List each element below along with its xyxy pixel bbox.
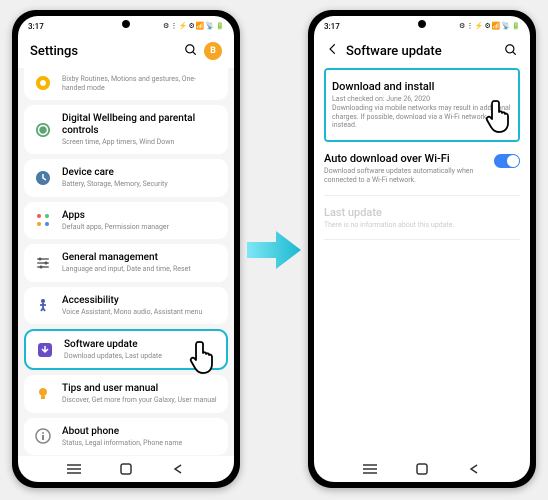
item-sub: Voice Assistant, Mono audio, Assistant m… — [62, 308, 218, 316]
settings-list: Bixby Routines, Motions and gestures, On… — [18, 68, 234, 456]
phone-frame-right: 3:17 ⚙ ⋮ ⚡ ⚙ 📶 📡 🔋 Software update Downl… — [308, 10, 536, 488]
general-icon — [34, 254, 52, 272]
settings-item-tips[interactable]: Tips and user manualDiscover, Get more f… — [24, 375, 228, 412]
settings-item-bixby[interactable]: Bixby Routines, Motions and gestures, On… — [24, 68, 228, 100]
item-sub: Status, Legal information, Phone name — [62, 439, 218, 447]
settings-item-apps[interactable]: AppsDefault apps, Permission manager — [24, 202, 228, 239]
item-title: Download and install — [332, 80, 512, 93]
settings-item-wellbeing[interactable]: Digital Wellbeing and parental controlsS… — [24, 105, 228, 154]
nav-recent[interactable] — [363, 462, 377, 476]
item-sub: Bixby Routines, Motions and gestures, On… — [62, 75, 218, 92]
item-text: About phoneStatus, Legal information, Ph… — [62, 426, 218, 447]
item-text: General managementLanguage and input, Da… — [62, 252, 218, 273]
update-list: Download and installLast checked on: Jun… — [314, 68, 530, 456]
item-title: General management — [62, 252, 218, 264]
toggle-switch[interactable] — [494, 154, 520, 168]
update-icon — [36, 341, 54, 359]
page-title: Software update — [346, 44, 498, 59]
tips-icon — [34, 385, 52, 403]
nav-home[interactable] — [415, 462, 429, 476]
item-text: Device careBattery, Storage, Memory, Sec… — [62, 167, 218, 188]
item-sub: Discover, Get more from your Galaxy, Use… — [62, 396, 218, 404]
settings-item-access[interactable]: AccessibilityVoice Assistant, Mono audio… — [24, 287, 228, 324]
device-icon — [34, 169, 52, 187]
item-sub: Download software updates automatically … — [324, 167, 486, 185]
update-header: Software update — [314, 34, 530, 68]
status-time: 3:17 — [28, 22, 44, 31]
item-sub: Battery, Storage, Memory, Security — [62, 180, 218, 188]
item-title: Apps — [62, 210, 218, 222]
status-icons: ⚙ ⋮ ⚡ ⚙ 📶 📡 🔋 — [459, 22, 520, 30]
item-title: Digital Wellbeing and parental controls — [62, 113, 218, 137]
item-sub: Language and input, Date and time, Reset — [62, 265, 218, 273]
item-title: Auto download over Wi-Fi — [324, 152, 486, 165]
back-icon[interactable] — [326, 42, 340, 60]
item-sub: Screen time, App timers, Wind Down — [62, 138, 218, 146]
screen-left: 3:17 ⚙ ⋮ ⚡ ⚙ 📶 📡 🔋 Settings B Bixby Rout… — [18, 16, 234, 482]
settings-item-about[interactable]: About phoneStatus, Legal information, Ph… — [24, 418, 228, 455]
update-item-1[interactable]: Auto download over Wi-Fi Download softwar… — [324, 142, 520, 196]
bixby-icon — [34, 74, 52, 92]
settings-item-update[interactable]: Software updateDownload updates, Last up… — [24, 329, 228, 370]
item-title: Last update — [324, 206, 520, 219]
hand-pointer-icon — [188, 339, 220, 375]
item-text: AppsDefault apps, Permission manager — [62, 210, 218, 231]
item-text: Tips and user manualDiscover, Get more f… — [62, 383, 218, 404]
nav-recent[interactable] — [67, 462, 81, 476]
status-time: 3:17 — [324, 22, 340, 31]
nav-back[interactable] — [467, 462, 481, 476]
hand-pointer-icon — [484, 98, 516, 134]
status-icons: ⚙ ⋮ ⚡ ⚙ 📶 📡 🔋 — [163, 22, 224, 30]
screen-right: 3:17 ⚙ ⋮ ⚡ ⚙ 📶 📡 🔋 Software update Downl… — [314, 16, 530, 482]
item-text: Bixby Routines, Motions and gestures, On… — [62, 74, 218, 92]
search-icon[interactable] — [504, 43, 518, 60]
nav-back[interactable] — [171, 462, 185, 476]
flow-arrow — [244, 225, 304, 275]
settings-item-device[interactable]: Device careBattery, Storage, Memory, Sec… — [24, 159, 228, 196]
item-title: Accessibility — [62, 295, 218, 307]
search-icon[interactable] — [184, 43, 198, 60]
item-sub: Default apps, Permission manager — [62, 223, 218, 231]
camera-notch — [122, 20, 130, 28]
access-icon — [34, 296, 52, 314]
phone-frame-left: 3:17 ⚙ ⋮ ⚡ ⚙ 📶 📡 🔋 Settings B Bixby Rout… — [12, 10, 240, 488]
nav-home[interactable] — [119, 462, 133, 476]
wellbeing-icon — [34, 121, 52, 139]
item-title: Device care — [62, 167, 218, 179]
avatar[interactable]: B — [204, 42, 222, 60]
camera-notch — [418, 20, 426, 28]
nav-bar — [314, 456, 530, 482]
nav-bar — [18, 456, 234, 482]
update-item-0[interactable]: Download and installLast checked on: Jun… — [324, 68, 520, 142]
about-icon — [34, 427, 52, 445]
item-text: Digital Wellbeing and parental controlsS… — [62, 113, 218, 146]
item-title: About phone — [62, 426, 218, 438]
item-text: AccessibilityVoice Assistant, Mono audio… — [62, 295, 218, 316]
item-title: Tips and user manual — [62, 383, 218, 395]
item-sub: There is no information about this updat… — [324, 221, 520, 230]
settings-item-general[interactable]: General managementLanguage and input, Da… — [24, 244, 228, 281]
page-title: Settings — [30, 44, 178, 59]
apps-icon — [34, 211, 52, 229]
settings-header: Settings B — [18, 34, 234, 68]
update-item-2: Last update There is no information about… — [324, 196, 520, 241]
